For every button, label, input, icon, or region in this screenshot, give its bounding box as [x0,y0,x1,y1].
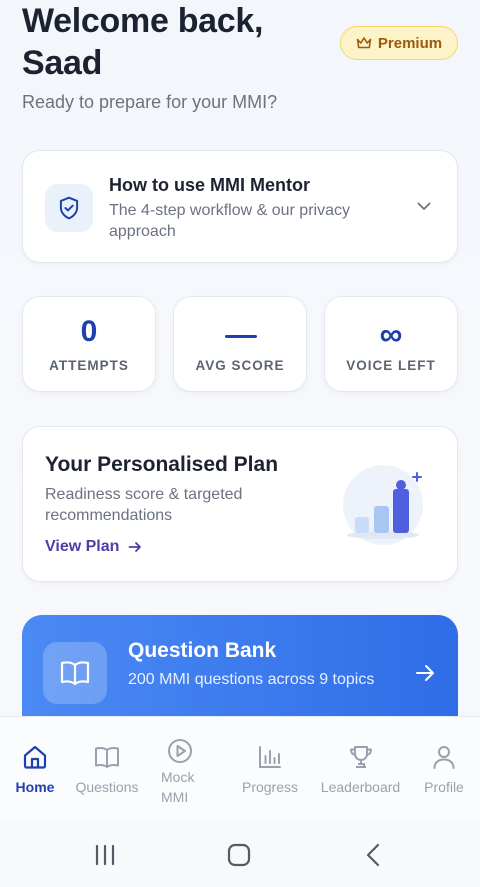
stat-attempts-value: 0 [80,315,98,348]
question-bank-card[interactable]: Question Bank 200 MMI questions across 9… [22,615,458,716]
trophy-icon [349,746,372,768]
stat-attempts-label: ATTEMPTS [49,358,129,373]
view-plan-link[interactable]: View Plan [45,538,143,556]
tab-leaderboard[interactable]: Leaderboard [313,717,408,822]
back-icon[interactable] [360,841,388,869]
how-to-title: How to use MMI Mentor [109,175,310,195]
stat-attempts: 0 ATTEMPTS [22,296,156,392]
tab-progress[interactable]: Progress [235,717,305,822]
welcome-heading: Welcome back, Saad [22,2,264,82]
recents-icon[interactable] [91,841,119,869]
premium-badge[interactable]: Premium [340,26,458,60]
bar-chart-growth-illustration [343,465,423,545]
tab-questions[interactable]: Questions [70,717,144,822]
tab-profile[interactable]: Profile [412,717,476,822]
stat-avg-score-value [225,335,257,338]
tab-mock-mmi[interactable]: Mock MMI [150,717,210,822]
home-icon [23,745,47,769]
bottom-tab-bar: Home Questions Mock MMI Progress Leaderb… [0,716,480,821]
question-bank-description: 200 MMI questions across 9 topics [128,671,375,688]
tab-leaderboard-label: Leaderboard [320,779,401,795]
tab-home-label: Home [15,779,55,795]
stat-voice-left-label: VOICE LEFT [346,358,436,373]
personalised-plan-card[interactable]: Your Personalised Plan Readiness score &… [22,426,458,582]
tab-profile-label: Profile [424,779,464,795]
question-bank-title: Question Bank [128,639,277,662]
system-navigation-bar [0,821,480,887]
stat-voice-left-value: ∞ [379,316,403,352]
open-book-icon [43,642,107,704]
how-to-description: The 4-step workflow & our privacy approa… [109,202,350,240]
arrow-right-icon [416,665,434,681]
tab-mock-mmi-label: Mock MMI [161,769,195,805]
shield-check-icon [45,184,93,232]
stat-avg-score: AVG SCORE [173,296,307,392]
stat-avg-score-label: AVG SCORE [195,358,285,373]
plan-title: Your Personalised Plan [45,453,279,476]
home-circle-icon[interactable] [225,841,253,869]
bar-chart-icon [259,746,281,768]
plan-description: Readiness score & targeted recommendatio… [45,486,243,524]
premium-label: Premium [377,34,443,52]
tab-questions-label: Questions [75,779,139,795]
how-to-use-card[interactable]: How to use MMI Mentor The 4-step workflo… [22,150,458,263]
welcome-subtitle: Ready to prepare for your MMI? [22,92,278,112]
crown-icon [356,37,372,49]
chevron-down-icon[interactable] [415,197,433,215]
tab-progress-label: Progress [241,779,299,795]
stat-voice-left: ∞ VOICE LEFT [324,296,458,392]
tab-home[interactable]: Home [0,717,70,822]
user-icon [433,746,455,769]
arrow-right-icon [129,542,142,552]
play-circle-icon [168,739,192,763]
home-scroll-area[interactable]: Welcome back, Saad Ready to prepare for … [0,0,480,716]
view-plan-label: View Plan [45,538,120,555]
book-icon [95,747,119,768]
